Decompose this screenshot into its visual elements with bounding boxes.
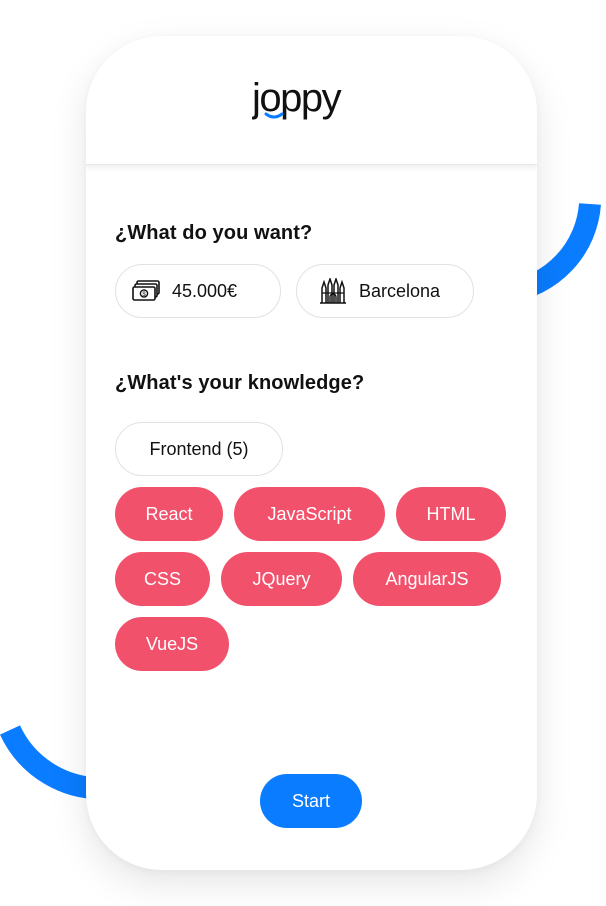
salary-chip[interactable]: $ 45.000€ <box>115 264 281 318</box>
skill-tag[interactable]: AngularJS <box>353 552 501 606</box>
city-chip[interactable]: Barcelona <box>296 264 474 318</box>
salary-value: 45.000€ <box>172 280 238 301</box>
app-header: joppy <box>86 36 537 165</box>
money-icon: $ <box>132 280 160 302</box>
category-label: Frontend (5) <box>149 438 249 459</box>
skill-tag[interactable]: HTML <box>396 487 506 541</box>
skill-tag[interactable]: JQuery <box>221 552 342 606</box>
city-value: Barcelona <box>359 280 441 301</box>
stage: joppy ¿What do you want? $ 45.000€ Barce… <box>0 0 606 906</box>
skill-tag[interactable]: JavaScript <box>234 487 385 541</box>
category-chip-frontend[interactable]: Frontend (5) <box>115 422 283 476</box>
want-section-title: ¿What do you want? <box>115 222 313 244</box>
phone-frame: joppy ¿What do you want? $ 45.000€ Barce… <box>86 36 537 870</box>
skill-tag[interactable]: VueJS <box>115 617 229 671</box>
skill-tag[interactable]: CSS <box>115 552 210 606</box>
joppy-logo: joppy <box>252 80 343 120</box>
knowledge-section-title: ¿What's your knowledge? <box>115 372 365 394</box>
start-button[interactable]: Start <box>260 774 362 828</box>
cathedral-icon <box>319 278 347 304</box>
skill-tag[interactable]: React <box>115 487 223 541</box>
